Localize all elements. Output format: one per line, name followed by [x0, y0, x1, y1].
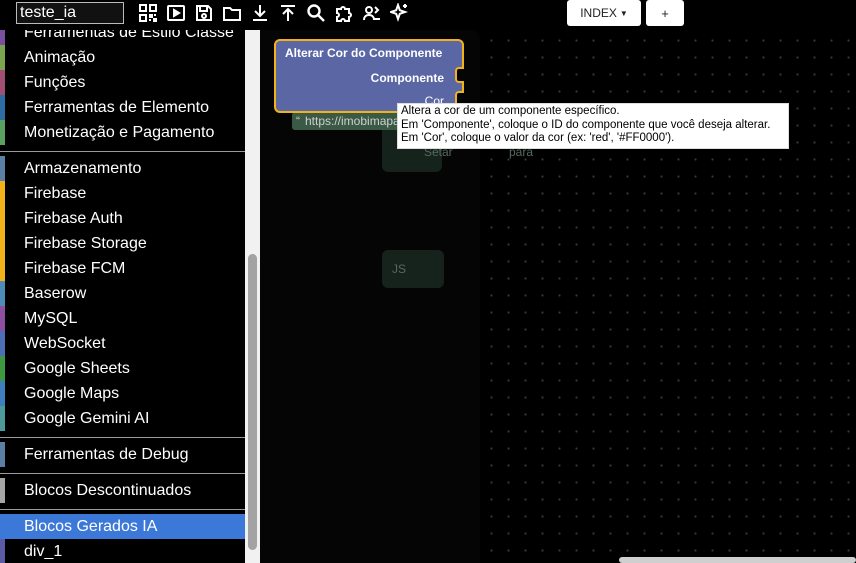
category-monetizacao-pagamento[interactable]: Monetização e Pagamento [0, 120, 245, 145]
category-color-swatch [0, 331, 5, 356]
category-color-swatch [0, 514, 5, 539]
tooltip-line: Em 'Cor', coloque o valor da cor (ex: 'r… [401, 132, 675, 144]
category-label: Google Gemini AI [24, 409, 150, 427]
category-label: Google Maps [24, 384, 120, 402]
componente-input-label: Componente [370, 71, 444, 85]
search-icon[interactable] [304, 1, 328, 25]
category-label: Firebase Auth [24, 209, 123, 227]
tooltip-line: Em 'Componente', coloque o ID do compone… [401, 118, 771, 131]
category-color-swatch [0, 45, 5, 70]
play-icon[interactable] [164, 1, 188, 25]
category-armazenamento[interactable]: Armazenamento [0, 156, 245, 181]
category-label: Blocos Gerados IA [24, 517, 158, 535]
caret-down-icon: ▼ [619, 8, 628, 18]
category-sidebar: Ferramentas de Estilo Classe Animação Fu… [0, 30, 245, 563]
category-label: Baserow [24, 284, 87, 302]
add-page-button[interactable]: + [646, 0, 684, 26]
index-label: INDEX [580, 6, 617, 20]
category-color-swatch [0, 95, 5, 120]
download-icon[interactable] [248, 1, 272, 25]
sidebar-separator [0, 509, 245, 510]
workspace-horizontal-scrollbar[interactable] [619, 557, 856, 563]
category-color-swatch [0, 306, 5, 331]
sidebar-scrollbar-thumb[interactable] [248, 254, 257, 550]
category-funcoes[interactable]: Funções [0, 70, 245, 95]
category-color-swatch [0, 30, 5, 45]
top-toolbar: INDEX ▼ + [0, 0, 856, 30]
sidebar-separator [0, 151, 245, 152]
quote-open-icon: “ [296, 114, 300, 128]
category-color-swatch [0, 356, 5, 381]
category-blocos-descontinuados[interactable]: Blocos Descontinuados [0, 478, 245, 503]
category-color-swatch [0, 231, 5, 256]
category-label: Blocos Descontinuados [24, 481, 192, 499]
category-ferramentas-elemento[interactable]: Ferramentas de Elemento [0, 95, 245, 120]
category-color-swatch [0, 281, 5, 306]
category-blocos-gerados-ia[interactable]: Blocos Gerados IA [0, 514, 245, 539]
category-label: MySQL [24, 309, 78, 327]
category-color-swatch [0, 478, 5, 503]
category-ferramentas-debug[interactable]: Ferramentas de Debug [0, 442, 245, 467]
category-label: Firebase Storage [24, 234, 147, 252]
category-google-maps[interactable]: Google Maps [0, 381, 245, 406]
category-color-swatch [0, 381, 5, 406]
sidebar-separator [0, 437, 245, 438]
category-color-swatch [0, 156, 5, 181]
category-label: Firebase [24, 184, 87, 202]
category-label: Monetização e Pagamento [24, 123, 215, 141]
category-label: Animação [24, 48, 96, 66]
category-google-sheets[interactable]: Google Sheets [0, 356, 245, 381]
category-google-gemini-ai[interactable]: Google Gemini AI [0, 406, 245, 431]
sparkle-icon[interactable] [388, 1, 412, 25]
project-name-input[interactable] [16, 2, 124, 24]
category-mysql[interactable]: MySQL [0, 306, 245, 331]
category-color-swatch [0, 181, 5, 206]
category-color-swatch [0, 406, 5, 431]
category-label: WebSocket [24, 334, 106, 352]
category-baserow[interactable]: Baserow [0, 281, 245, 306]
category-animacao[interactable]: Animação [0, 45, 245, 70]
category-ferramentas-estilo-classe[interactable]: Ferramentas de Estilo Classe [0, 30, 245, 45]
alterar-cor-componente-block[interactable]: Alterar Cor do Componente Componente Cor [274, 39, 464, 113]
qr-code-icon[interactable] [136, 1, 160, 25]
users-icon[interactable] [360, 1, 384, 25]
category-firebase-storage[interactable]: Firebase Storage [0, 231, 245, 256]
category-label: Google Sheets [24, 359, 130, 377]
save-icon[interactable] [192, 1, 216, 25]
category-firebase-auth[interactable]: Firebase Auth [0, 206, 245, 231]
block-title: Alterar Cor do Componente [285, 46, 443, 60]
tooltip-line: Altera a cor de um componente específico… [401, 105, 620, 117]
category-label: Ferramentas de Estilo Classe [24, 30, 234, 41]
category-label: Armazenamento [24, 159, 142, 177]
category-color-swatch [0, 206, 5, 231]
block-body: Alterar Cor do Componente Componente Cor [274, 39, 464, 113]
category-label: Funções [24, 73, 86, 91]
sidebar-separator [0, 473, 245, 474]
category-color-swatch [0, 539, 5, 563]
folder-icon[interactable] [220, 1, 244, 25]
componente-input-socket[interactable] [455, 67, 464, 83]
js-label: JS [392, 262, 407, 276]
category-label: Firebase FCM [24, 259, 126, 277]
category-firebase-fcm[interactable]: Firebase FCM [0, 256, 245, 281]
upload-icon[interactable] [276, 1, 300, 25]
category-color-swatch [0, 70, 5, 95]
index-page-dropdown[interactable]: INDEX ▼ [567, 0, 641, 26]
category-color-swatch [0, 256, 5, 281]
category-firebase[interactable]: Firebase [0, 181, 245, 206]
puzzle-icon[interactable] [332, 1, 356, 25]
block-tooltip: Altera a cor de um componente específico… [397, 103, 789, 149]
category-div-1[interactable]: div_1 [0, 539, 245, 563]
category-color-swatch [0, 442, 5, 467]
category-websocket[interactable]: WebSocket [0, 331, 245, 356]
category-label: Ferramentas de Debug [24, 445, 189, 463]
category-label: Ferramentas de Elemento [24, 98, 209, 116]
category-label: div_1 [24, 542, 63, 560]
category-color-swatch [0, 120, 5, 145]
